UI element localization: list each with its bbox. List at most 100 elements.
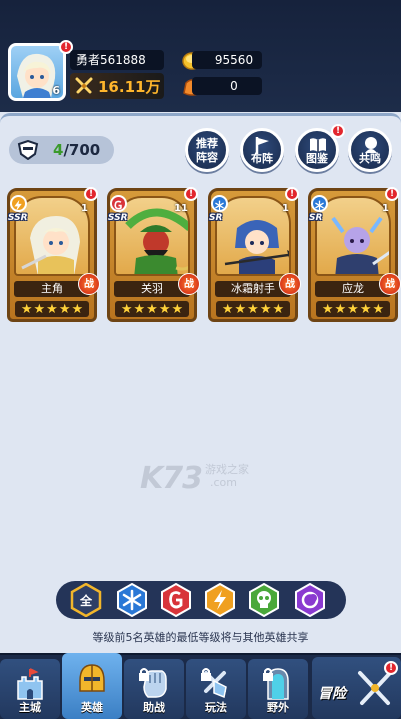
player-name: 勇者561888: [70, 50, 164, 70]
star-icon: ★: [158, 301, 171, 317]
sun-moon-icon: [295, 583, 325, 617]
filter-all[interactable]: 全: [70, 583, 102, 617]
hero-alert-badge: !: [184, 187, 198, 201]
filter-fire[interactable]: [160, 583, 192, 617]
castle-icon: [17, 668, 43, 700]
watermark-logo: K73: [140, 461, 203, 496]
nav-support-label: 助战: [143, 701, 165, 714]
watermark-text: 游戏之家: [205, 463, 249, 476]
star-icon: ★: [372, 301, 385, 317]
star-icon: ★: [146, 301, 158, 317]
battle-badge: 战: [279, 273, 301, 295]
filter-ice[interactable]: [116, 583, 148, 617]
resonance-label: 共鸣: [359, 152, 381, 165]
hero-count-max: /700: [63, 141, 101, 159]
hero-count-pill: 4/700: [9, 136, 114, 164]
player-level: 6: [52, 84, 60, 97]
hero-stars: ★ ★ ★ ★ ★: [15, 301, 89, 317]
hero-alert-badge: !: [84, 187, 98, 201]
star-icon: ★: [334, 301, 347, 317]
hero-portrait-icon: [224, 220, 289, 274]
gem-amount[interactable]: 0: [192, 77, 262, 95]
hero-panel: 4/700 推荐 阵容 布阵 图鉴 ! 共鸣 SSR 1 主角战 ★ ★ ★ ★ ★! SSR 11…: [0, 113, 401, 653]
player-avatar[interactable]: 6: [8, 43, 66, 101]
nav-main-city[interactable]: 主城: [0, 659, 60, 719]
hero-rarity: SSR: [8, 213, 28, 223]
hero-rarity: SR: [209, 213, 223, 223]
star-icon: ★: [221, 301, 234, 317]
filter-all-label: 全: [79, 594, 92, 608]
battle-badge: 战: [178, 273, 200, 295]
star-icon: ★: [259, 301, 272, 317]
filter-lightning[interactable]: [204, 583, 236, 617]
nav-gameplay-label: 玩法: [205, 701, 227, 714]
formation-button[interactable]: 布阵: [240, 128, 284, 172]
hero-card[interactable]: SSR 1 主角战 ★ ★ ★ ★ ★!: [7, 187, 100, 322]
star-icon: ★: [33, 301, 46, 317]
nav-wild-label: 野外: [267, 701, 289, 714]
helmet-icon: [17, 140, 39, 160]
level-share-notice: 等级前5名英雄的最低等级将与其他英雄共享: [92, 631, 309, 644]
hero-alert-badge: !: [285, 187, 299, 201]
star-icon: ★: [247, 301, 259, 317]
knight-helmet-icon: [79, 664, 105, 692]
element-lightning-icon: [10, 195, 27, 212]
hero-rarity: SSR: [108, 213, 128, 223]
nav-support[interactable]: 助战: [124, 659, 184, 719]
star-icon: ★: [321, 301, 334, 317]
lock-icon: [139, 668, 149, 681]
filter-poison[interactable]: [248, 583, 280, 617]
hero-count: 4/700: [53, 141, 100, 159]
nav-gameplay[interactable]: 玩法: [186, 659, 246, 719]
hero-count-current: 4: [53, 141, 64, 159]
nav-wild[interactable]: 野外: [248, 659, 308, 719]
recommend-line1: 推荐: [196, 137, 218, 150]
hero-stars: ★ ★ ★ ★ ★: [216, 301, 290, 317]
adventure-label: 冒险: [318, 686, 346, 702]
filter-light[interactable]: [294, 583, 326, 617]
resonance-button[interactable]: 共鸣: [348, 128, 392, 172]
power-value: 16.11万: [98, 78, 161, 96]
nav-heroes-label: 英雄: [81, 701, 103, 714]
hero-rarity: SR: [309, 213, 323, 223]
hero-level: 11: [174, 203, 188, 214]
star-icon: ★: [171, 301, 184, 317]
hero-card[interactable]: SSR 11 关羽战 ★ ★ ★ ★ ★!: [107, 187, 200, 322]
nav-heroes[interactable]: 英雄: [62, 653, 122, 719]
element-ice-icon: [211, 195, 228, 212]
hero-portrait-icon: [331, 216, 389, 274]
star-icon: ★: [133, 301, 146, 317]
star-icon: ★: [272, 301, 285, 317]
star-icon: ★: [359, 301, 372, 317]
hero-stars: ★ ★ ★ ★ ★: [115, 301, 189, 317]
star-icon: ★: [46, 301, 58, 317]
snowflake-icon: [117, 583, 147, 617]
hero-level: 1: [282, 203, 289, 214]
skull-icon: [249, 583, 279, 617]
lightning-icon: [205, 583, 235, 617]
lock-icon: [201, 668, 211, 681]
star-icon: ★: [234, 301, 247, 317]
battle-badge: 战: [78, 273, 100, 295]
lock-icon: [263, 668, 273, 681]
crossed-swords-icon: [358, 671, 392, 705]
crossed-swords-icon: [75, 77, 93, 94]
formation-label: 布阵: [251, 152, 273, 165]
recommend-line2: 阵容: [196, 151, 218, 164]
hero-stars: ★ ★ ★ ★ ★: [316, 301, 390, 317]
adventure-alert-badge: !: [384, 661, 398, 675]
gold-amount[interactable]: 95560: [192, 51, 262, 69]
top-bar: 6 ! 勇者561888 16.11万 95560 0: [0, 0, 401, 112]
hero-portrait-icon: [21, 216, 80, 274]
battle-badge: 战: [379, 273, 401, 295]
recommend-lineup-button[interactable]: 推荐 阵容: [185, 128, 229, 172]
fire-rune-icon: [161, 583, 191, 617]
element-ice-icon: [311, 195, 328, 212]
hero-card[interactable]: SR 1 冰霜射手战 ★ ★ ★ ★ ★!: [208, 187, 301, 322]
bottom-nav: 主城 英雄 助战 玩法 野外 冒险 !: [0, 653, 401, 719]
power-display: 16.11万: [70, 73, 164, 99]
codex-label: 图鉴: [306, 152, 328, 165]
element-fire-icon: [110, 195, 127, 212]
hero-card[interactable]: SR 1 应龙战 ★ ★ ★ ★ ★!: [308, 187, 401, 322]
element-filter-bar: 全: [56, 581, 346, 619]
